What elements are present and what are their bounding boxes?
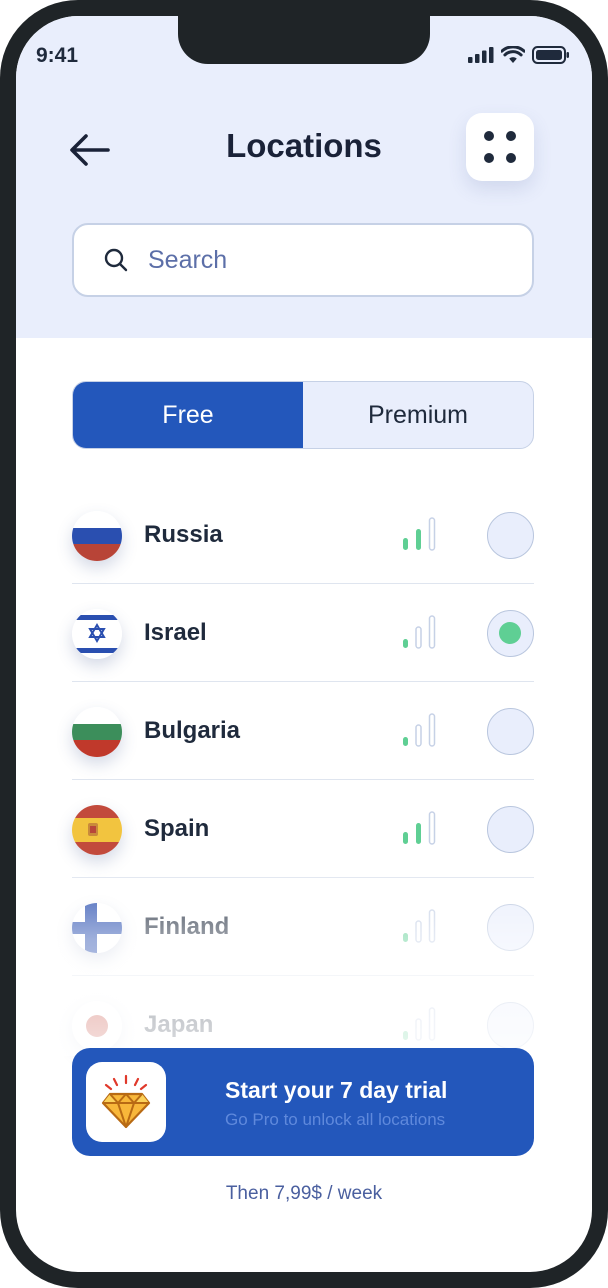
signal-strength-icon bbox=[403, 713, 436, 747]
trial-icon-box bbox=[86, 1062, 166, 1142]
location-row-bulgaria[interactable]: Bulgaria bbox=[72, 682, 534, 780]
diamond-icon bbox=[101, 1074, 151, 1129]
signal-strength-icon bbox=[403, 811, 436, 845]
trial-subtitle: Go Pro to unlock all locations bbox=[225, 1110, 446, 1129]
dot-icon bbox=[506, 131, 516, 141]
japan-flag-icon bbox=[72, 1001, 122, 1051]
location-row-israel[interactable]: Israel bbox=[72, 584, 534, 682]
location-radio[interactable] bbox=[487, 1002, 534, 1049]
signal-strength-icon bbox=[403, 517, 436, 551]
battery-icon bbox=[532, 46, 569, 64]
trial-title: Start your 7 day trial bbox=[225, 1077, 448, 1103]
notch bbox=[178, 16, 430, 64]
dot-icon bbox=[484, 153, 494, 163]
location-row-finland[interactable]: Finland bbox=[72, 878, 534, 976]
tab-free[interactable]: Free bbox=[73, 382, 303, 448]
location-name: Russia bbox=[144, 521, 223, 548]
wifi-icon bbox=[501, 46, 525, 63]
start-trial-button[interactable]: Start your 7 day trial Go Pro to unlock … bbox=[72, 1048, 534, 1156]
search-icon bbox=[104, 248, 128, 272]
russia-flag-icon bbox=[72, 511, 122, 561]
signal-strength-icon bbox=[403, 615, 436, 649]
bulgaria-flag-icon bbox=[72, 707, 122, 757]
location-name: Spain bbox=[144, 815, 210, 842]
dot-icon bbox=[506, 153, 516, 163]
israel-flag-icon bbox=[72, 609, 122, 659]
screen: 9:41 Locations Search Free Premium Russi… bbox=[16, 16, 592, 1272]
grid-menu-button[interactable] bbox=[466, 113, 534, 181]
location-row-spain[interactable]: Spain bbox=[72, 780, 534, 878]
location-name: Japan bbox=[144, 1011, 214, 1038]
finland-flag-icon bbox=[72, 903, 122, 953]
plan-tabs: Free Premium bbox=[72, 381, 534, 449]
location-radio-selected[interactable] bbox=[487, 610, 534, 657]
search-box[interactable] bbox=[72, 223, 534, 297]
location-radio[interactable] bbox=[487, 806, 534, 853]
search-input[interactable] bbox=[148, 245, 508, 275]
status-time: 9:41 bbox=[36, 44, 79, 67]
dot-icon bbox=[484, 131, 494, 141]
cellular-signal-icon bbox=[468, 47, 494, 63]
tab-premium[interactable]: Premium bbox=[303, 382, 533, 448]
location-name: Israel bbox=[144, 619, 207, 646]
signal-strength-icon bbox=[403, 909, 436, 943]
location-row-russia[interactable]: Russia bbox=[72, 486, 534, 584]
location-name: Finland bbox=[144, 913, 230, 940]
status-icons bbox=[468, 46, 570, 64]
location-radio[interactable] bbox=[487, 512, 534, 559]
location-name: Bulgaria bbox=[144, 717, 241, 744]
price-note: Then 7,99$ / week bbox=[225, 1183, 383, 1204]
signal-strength-icon bbox=[403, 1007, 436, 1041]
selected-dot bbox=[499, 622, 521, 644]
location-list: Russia Israel Bulgaria Spain Finland Jap… bbox=[72, 486, 534, 1074]
spain-flag-icon bbox=[72, 805, 122, 855]
location-radio[interactable] bbox=[487, 904, 534, 951]
phone-frame: 9:41 Locations Search Free Premium Russi… bbox=[0, 0, 608, 1288]
location-radio[interactable] bbox=[487, 708, 534, 755]
